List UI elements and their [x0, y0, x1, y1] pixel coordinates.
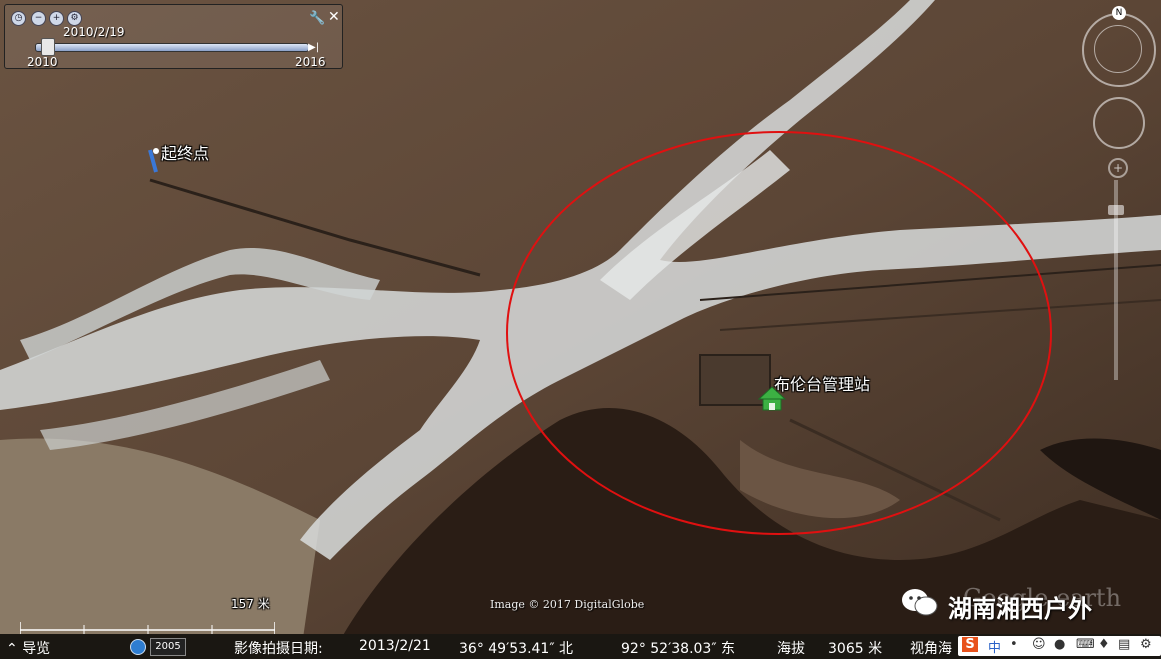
- longitude: 92° 52′38.03″ 东: [621, 641, 736, 657]
- ime-settings-icon[interactable]: ⚙: [1140, 637, 1152, 652]
- latitude: 36° 49′53.41″ 北: [459, 641, 574, 657]
- placemark-label-start-end[interactable]: 起终点: [161, 140, 209, 164]
- look-control[interactable]: [1093, 97, 1145, 149]
- zoom-in-icon[interactable]: +: [1108, 158, 1128, 178]
- scale-label: 157 米: [231, 597, 270, 611]
- time-slider-end-year: 2016: [295, 55, 326, 69]
- settings-time-icon[interactable]: ⚙: [67, 11, 82, 26]
- placemark-label-station[interactable]: 布伦台管理站: [774, 371, 870, 395]
- ime-emoji-icon[interactable]: ☺: [1032, 637, 1046, 652]
- chat-bubble-icon: [902, 589, 938, 616]
- nav-toggle[interactable]: ⌃ 导览: [6, 638, 50, 658]
- zoom-thumb[interactable]: [1108, 205, 1124, 215]
- capture-date: 2013/2/21: [359, 638, 431, 654]
- time-slider-start-year: 2010: [27, 55, 58, 69]
- time-slider-thumb[interactable]: [41, 38, 55, 56]
- compass-inner: [1094, 25, 1142, 73]
- time-slider-track[interactable]: [35, 43, 309, 52]
- history-clock-icon[interactable]: [130, 639, 146, 655]
- ime-toolbar[interactable]: S 中 • ☺ ● ⌨ ♦ ▤ ⚙: [958, 636, 1161, 656]
- zoom-out-time-icon[interactable]: −: [31, 11, 46, 26]
- nav-label: 导览: [22, 641, 51, 657]
- year-badge[interactable]: 2005: [150, 638, 186, 656]
- time-slider-date: 2010/2/19: [63, 25, 125, 39]
- ime-skin-icon[interactable]: ♦: [1098, 637, 1110, 652]
- ime-tool-icon[interactable]: ▤: [1118, 637, 1130, 652]
- view-label: 视角海: [910, 641, 952, 657]
- play-icon[interactable]: ▶|: [308, 42, 319, 53]
- close-icon[interactable]: ✕: [328, 9, 340, 25]
- north-icon[interactable]: N: [1112, 6, 1126, 20]
- watermark: 湖南湘西户外: [896, 583, 1121, 627]
- clock-icon[interactable]: ◷: [11, 11, 26, 26]
- imagery-credit: Image © 2017 DigitalGlobe: [490, 598, 645, 611]
- elevation-label: 海拔: [777, 641, 805, 657]
- time-slider-panel: ◷ − + ⚙ 🔧 ✕ 2010/2/19 ▶| 2010 2016: [4, 4, 343, 69]
- scale-bar: [20, 622, 275, 634]
- ime-keyboard-icon[interactable]: ⌨: [1076, 637, 1095, 652]
- ime-mode[interactable]: 中: [988, 637, 1001, 656]
- watermark-text: 湖南湘西户外: [948, 595, 1092, 623]
- ime-mic-icon[interactable]: ●: [1054, 637, 1065, 652]
- capture-date-label: 影像拍摄日期:: [234, 641, 323, 657]
- wrench-icon[interactable]: 🔧: [309, 11, 325, 26]
- ime-punct-icon[interactable]: •: [1010, 637, 1018, 652]
- zoom-in-time-icon[interactable]: +: [49, 11, 64, 26]
- ime-logo[interactable]: S: [962, 637, 978, 652]
- elevation: 3065 米: [828, 641, 883, 657]
- satellite-map[interactable]: [0, 0, 1161, 659]
